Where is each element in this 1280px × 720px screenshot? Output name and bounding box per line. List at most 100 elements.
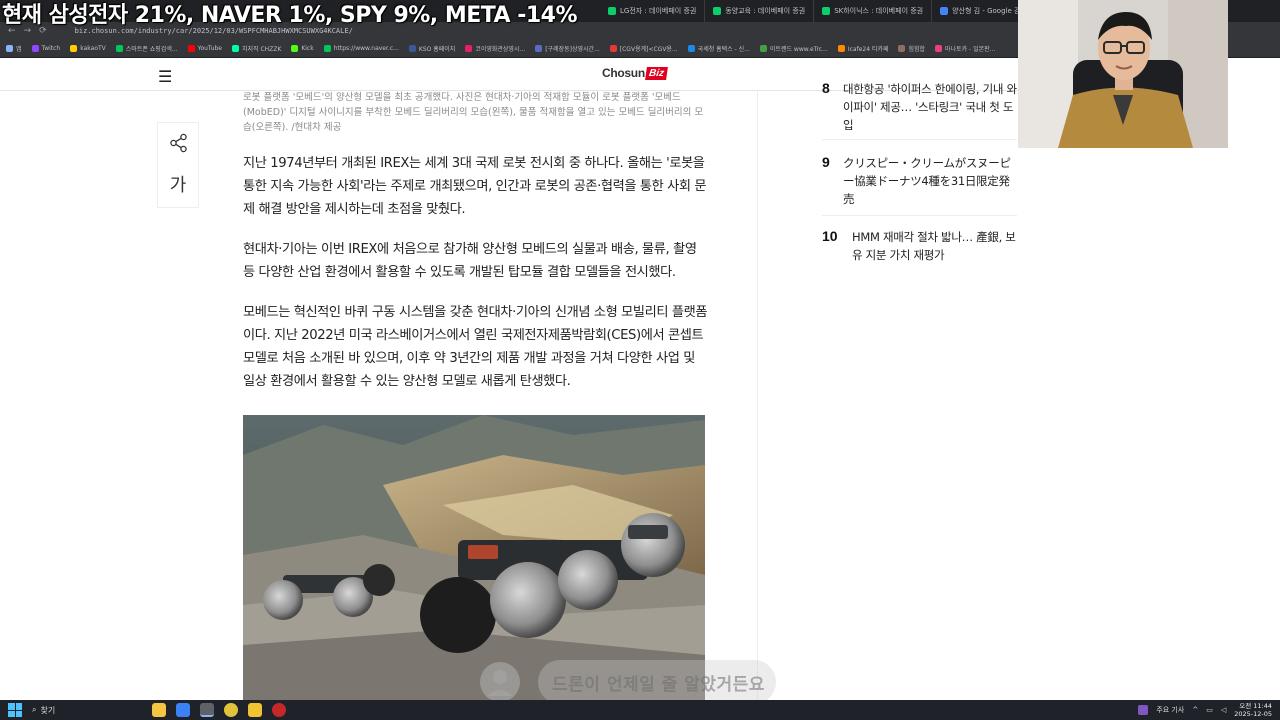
share-icon[interactable]: [169, 133, 189, 153]
volume-icon[interactable]: ◁: [1221, 706, 1226, 714]
copilot-icon[interactable]: [152, 703, 166, 717]
windows-start-icon[interactable]: [8, 703, 22, 717]
bookmark-item[interactable]: 앱: [6, 44, 22, 53]
ranking-item[interactable]: 8 대한항공 '하이퍼스 한에이링, 기내 와이파이' 제공… '스타링크' 국…: [822, 80, 1017, 140]
tray-label[interactable]: 주요 기사: [1156, 705, 1184, 715]
bookmark-favicon-icon: [759, 45, 767, 52]
bookmark-item[interactable]: 코이영화관상영시...: [465, 44, 525, 53]
browser-tab[interactable]: SK하이닉스 : 데이베페이 증권: [814, 0, 933, 22]
rank-headline[interactable]: HMM 재매각 절차 밟나… 產銀, 보유 지분 가치 재평가: [852, 228, 1018, 264]
bookmark-label: kakaoTV: [80, 45, 106, 52]
bookmark-label: 국세청 홈택스 - 신...: [697, 46, 750, 53]
screen: LG전자 : 데이베페이 증권 동양교육 : 데이베페이 증권 SK하이닉스 :…: [0, 0, 1280, 720]
bookmark-item[interactable]: 힘힘합: [898, 44, 925, 53]
ranking-item[interactable]: 10 HMM 재매각 절차 밟나… 產銀, 보유 지분 가치 재평가: [822, 228, 1017, 274]
bookmark-favicon-icon: [323, 45, 331, 52]
bookmark-label: 앱: [16, 46, 22, 53]
bookmark-item[interactable]: https://www.naver.c...: [323, 45, 399, 52]
mobed-robot-photo: [243, 415, 705, 700]
clock-time: 오전 11:44: [1239, 702, 1272, 710]
bookmark-label: [구례장동]상영시간...: [545, 46, 600, 53]
bookmark-favicon-icon: [231, 45, 239, 52]
bookmark-item[interactable]: 치지직 CHZZK: [231, 44, 282, 53]
tab-label: SK하이닉스 : 데이베페이 증권: [834, 7, 924, 15]
bookmark-item[interactable]: Icafe24 티카페: [837, 44, 889, 53]
logo-badge: Biz: [644, 66, 668, 80]
bookmark-favicon-icon: [408, 45, 416, 52]
news-widget-icon[interactable]: [1138, 705, 1149, 715]
browser-tab[interactable]: 동양교육 : 데이베페이 증권: [705, 0, 815, 22]
image-caption: 로봇 플랫폼 '모베드'의 양산형 모델을 최초 공개했다. 사진은 현대차·기…: [243, 92, 704, 133]
bookmark-favicon-icon: [898, 45, 906, 52]
chevron-up-icon[interactable]: ^: [1192, 706, 1198, 714]
streamer-video: [1018, 0, 1228, 148]
app-icon[interactable]: [224, 703, 238, 717]
rank-number: 10: [822, 228, 838, 244]
taskbar-search[interactable]: ⌕ 찾기: [32, 705, 142, 716]
clock[interactable]: 오전 11:44 2025-12-05: [1234, 702, 1272, 718]
bookmark-label: https://www.naver.c...: [333, 45, 399, 52]
bookmark-item[interactable]: [CGV용계]<CGV용...: [609, 44, 678, 53]
bookmark-label: KSO 홈페이지: [418, 46, 456, 53]
hamburger-icon[interactable]: ☰: [158, 67, 172, 86]
windows-taskbar: ⌕ 찾기 주요 기사 ^ ▭ ◁ 오전 11:44 2025-12-05: [0, 700, 1280, 720]
bookmark-label: 치지직 CHZZK: [241, 46, 282, 53]
tab-favicon-icon: [608, 7, 616, 15]
rank-headline[interactable]: クリスピー・クリームがスヌーピー協業ドーナツ4種を31日限定発売: [843, 154, 1018, 208]
tab-favicon-icon: [940, 7, 949, 15]
bookmark-item[interactable]: YouTube: [187, 45, 222, 52]
tab-label: LG전자 : 데이베페이 증권: [620, 7, 697, 15]
browser-tab[interactable]: LG전자 : 데이베페이 증권: [600, 0, 706, 22]
chrome-icon[interactable]: [200, 703, 214, 717]
bookmark-favicon-icon: [6, 45, 13, 52]
bookmark-label: 스마트폰 쇼핑검색...: [125, 46, 178, 53]
bookmark-label: 이트렌드 www.eTrc...: [769, 46, 828, 53]
bookmark-label: Icafe24 티카페: [847, 46, 889, 53]
bookmark-label: Twitch: [41, 45, 61, 52]
logo-text: Chosun: [602, 66, 645, 80]
bookmark-item[interactable]: 스마트폰 쇼핑검색...: [115, 44, 178, 53]
bookmark-label: [CGV용계]<CGV용...: [619, 46, 678, 53]
bookmark-label: 코이영화관상영시...: [475, 46, 526, 53]
ranking-item[interactable]: 9 クリスピー・クリームがスヌーピー協業ドーナツ4種を31日限定発売: [822, 154, 1017, 216]
bookmark-item[interactable]: Kick: [291, 45, 314, 52]
bookmark-label: 힘힘합: [908, 46, 926, 53]
tab-favicon-icon: [713, 7, 722, 15]
bookmark-item[interactable]: [구례장동]상영시간...: [535, 44, 600, 53]
bookmark-item[interactable]: 국세청 홈택스 - 신...: [687, 44, 750, 53]
column-divider: [757, 91, 758, 701]
bookmark-item[interactable]: 마나토카 - 일본판...: [935, 44, 995, 53]
system-tray: 주요 기사 ^ ▭ ◁ 오전 11:44 2025-12-05: [1138, 702, 1272, 718]
article-image: [243, 415, 705, 700]
rank-headline[interactable]: 대한항공 '하이퍼스 한에이링, 기내 와이파이' 제공… '스타링크' 국내 …: [843, 80, 1018, 134]
subtitle-text: 드론이 언제일 줄 알았거든요: [552, 675, 765, 695]
file-explorer-icon[interactable]: [248, 703, 262, 717]
record-icon[interactable]: [272, 703, 286, 717]
taskbar-search-label: 찾기: [40, 705, 56, 715]
bookmark-favicon-icon: [935, 45, 943, 52]
stream-ticker-overlay: 현재 삼성전자 21%, NAVER 1%, SPY 9%, META -14%: [2, 3, 578, 28]
bookmark-item[interactable]: KSO 홈페이지: [408, 44, 456, 53]
bookmark-label: 마나토카 - 일본판...: [945, 46, 996, 53]
site-logo[interactable]: Chosun Biz: [602, 66, 668, 80]
font-size-button[interactable]: 가: [158, 171, 198, 197]
bookmark-item[interactable]: kakaoTV: [70, 45, 106, 52]
rank-number: 9: [822, 154, 830, 170]
tab-label: 양산형 김 - Google 검색: [952, 7, 1027, 15]
network-icon[interactable]: ▭: [1206, 706, 1213, 714]
bookmark-item[interactable]: 이트렌드 www.eTrc...: [759, 44, 828, 53]
bookmark-favicon-icon: [187, 45, 195, 52]
bookmark-favicon-icon: [609, 45, 617, 52]
bookmark-favicon-icon: [31, 45, 39, 52]
clock-date: 2025-12-05: [1234, 710, 1272, 718]
rank-number: 8: [822, 80, 830, 96]
bookmark-item[interactable]: Twitch: [31, 45, 61, 52]
subtitle-avatar: [475, 660, 525, 704]
tab-label: 동양교육 : 데이베페이 증권: [725, 7, 806, 15]
article-paragraph: 모베드는 혁신적인 바퀴 구동 시스템을 갖춘 현대차·기아의 신개념 소형 모…: [243, 305, 708, 389]
app-icon[interactable]: [176, 703, 190, 717]
article-paragraph: 지난 1974년부터 개최된 IREX는 세계 3대 국제 로봇 전시회 중 하…: [243, 156, 707, 217]
search-icon: ⌕: [32, 705, 37, 714]
bookmark-label: YouTube: [197, 45, 222, 52]
bookmark-favicon-icon: [70, 45, 78, 52]
